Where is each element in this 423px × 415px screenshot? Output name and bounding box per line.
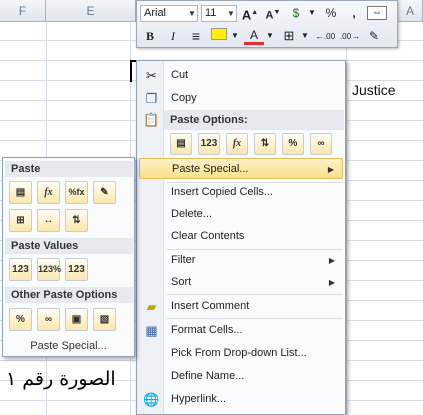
other-paste-options-header: Other Paste Options <box>5 287 133 303</box>
column-header-f[interactable]: F <box>0 0 46 22</box>
font-size-value: 11 <box>205 6 217 19</box>
menu-item-copy[interactable]: ❐ Copy <box>139 88 343 109</box>
scissors-icon: ✂ <box>146 68 157 83</box>
chevron-right-icon: ▶ <box>327 165 334 174</box>
chevron-right-icon: ▶ <box>328 278 335 287</box>
mini-toolbar: Arial ▼ 11 ▼ A▲ A▼ $ ▼ % , ⇔ B I ≡ ▼ A ▼… <box>136 0 398 48</box>
chevron-down-icon[interactable]: ▼ <box>229 27 241 45</box>
paste-icon: ▤ <box>176 138 186 149</box>
paste-all-button[interactable]: ▤ <box>9 181 32 204</box>
font-name-combo[interactable]: Arial ▼ <box>140 4 198 22</box>
values-button[interactable]: 123 <box>9 258 32 281</box>
chevron-down-icon[interactable]: ▼ <box>264 27 276 45</box>
menu-item-define-name[interactable]: Define Name... <box>139 366 343 387</box>
paste-special-link[interactable]: Paste Special... <box>3 338 134 354</box>
linked-picture-button[interactable]: ▧ <box>93 308 116 331</box>
menu-item-insert-comment[interactable]: ▰ Insert Comment <box>139 296 343 317</box>
shrink-font-button[interactable]: A▼ <box>263 4 283 22</box>
comment-icon: ▰ <box>146 299 157 314</box>
values-source-formatting-button[interactable]: 123 <box>65 258 88 281</box>
paste-icon: ▤ <box>15 187 26 198</box>
font-name-value: Arial <box>144 6 167 19</box>
format-cells-icon: ▦ <box>145 323 158 338</box>
paste-link-button[interactable]: ∞ <box>37 308 60 331</box>
chevron-right-icon: ▶ <box>328 256 335 265</box>
formatting-button[interactable]: % <box>9 308 32 331</box>
keep-source-formatting-button[interactable]: ✎ <box>93 181 116 204</box>
grow-font-button[interactable]: A▲ <box>240 4 260 22</box>
paste-formulas-button[interactable]: fx <box>226 133 248 155</box>
chevron-down-icon: ▼ <box>227 8 235 18</box>
paste-options-header: Paste Options: <box>164 110 344 130</box>
paste-formatting-button[interactable]: % <box>282 133 304 155</box>
link-icon: ∞ <box>44 314 53 325</box>
menu-item-insert-copied-cells[interactable]: Insert Copied Cells... <box>139 182 343 203</box>
column-header-a[interactable]: A <box>398 0 423 22</box>
paste-icon: 📋 <box>143 112 160 127</box>
bold-button[interactable]: B <box>140 27 160 45</box>
no-borders-button[interactable]: ⊞ <box>9 209 32 232</box>
chevron-down-icon: ▼ <box>188 8 196 18</box>
decrease-decimal-button[interactable]: .00→ <box>339 27 361 45</box>
percent-button[interactable]: % <box>321 4 341 22</box>
column-widths-icon: ↔ <box>43 215 54 226</box>
transpose-icon: ⇅ <box>260 138 270 149</box>
increase-decimal-button[interactable]: ←.00 <box>314 27 336 45</box>
transpose-button[interactable]: ⇅ <box>65 209 88 232</box>
chevron-down-icon[interactable]: ▼ <box>299 27 311 45</box>
context-menu: ✂ Cut ❐ Copy Paste Options: 📋 ▤ 123 fx ⇅… <box>136 60 346 415</box>
menu-item-delete[interactable]: Delete... <box>139 204 343 225</box>
transpose-icon: ⇅ <box>72 215 81 226</box>
paste-button[interactable]: ▤ <box>170 133 192 155</box>
copy-icon: ❐ <box>145 91 158 106</box>
menu-item-paste-special[interactable]: Paste Special... ▶ <box>139 158 343 179</box>
values-number-format-button[interactable]: 123% <box>37 258 61 281</box>
paste-link-button[interactable]: ∞ <box>310 133 332 155</box>
menu-item-pick-from-list[interactable]: Pick From Drop-down List... <box>139 343 343 364</box>
fill-color-button[interactable] <box>209 27 229 45</box>
align-center-icon[interactable]: ≡ <box>186 27 206 45</box>
menu-item-filter[interactable]: Filter ▶ <box>139 250 343 271</box>
paste-transpose-button[interactable]: ⇅ <box>254 133 276 155</box>
paste-values-button[interactable]: 123 <box>198 133 220 155</box>
comma-button[interactable]: , <box>344 4 364 22</box>
menu-item-cut[interactable]: ✂ Cut <box>139 65 343 86</box>
link-icon: ∞ <box>317 138 325 149</box>
cell-value[interactable]: Justice <box>352 82 396 98</box>
format-painter-icon[interactable]: ✎ <box>364 27 384 45</box>
paste-section-header: Paste <box>5 161 133 177</box>
paste-formulas-button[interactable]: fx <box>37 181 60 204</box>
paste-special-submenu: Paste ▤ fx %fx ✎ ⊞ ↔ ⇅ Paste Values 123 … <box>2 157 135 357</box>
hyperlink-icon: 🌐 <box>143 392 160 407</box>
menu-item-format-cells[interactable]: ▦ Format Cells... <box>139 320 343 341</box>
picture-button[interactable]: ▣ <box>65 308 88 331</box>
no-borders-icon: ⊞ <box>16 215 25 226</box>
paste-formulas-number-format-button[interactable]: %fx <box>65 181 88 204</box>
currency-button[interactable]: $ <box>286 4 306 22</box>
italic-button[interactable]: I <box>163 27 183 45</box>
picture-icon: ▣ <box>71 314 82 325</box>
merge-center-icon[interactable]: ⇔ <box>367 6 387 20</box>
formatting-icon: ✎ <box>100 187 109 198</box>
borders-icon[interactable]: ⊞ <box>279 27 299 45</box>
menu-item-clear-contents[interactable]: Clear Contents <box>139 226 343 247</box>
column-header-e[interactable]: E <box>46 0 136 22</box>
linked-picture-icon: ▧ <box>99 314 110 325</box>
chevron-down-icon[interactable]: ▼ <box>306 4 318 22</box>
image-caption: الصورة رقم ١ <box>6 368 116 390</box>
menu-item-sort[interactable]: Sort ▶ <box>139 272 343 293</box>
font-size-combo[interactable]: 11 ▼ <box>201 4 237 22</box>
paste-values-header: Paste Values <box>5 238 133 254</box>
keep-column-widths-button[interactable]: ↔ <box>37 209 60 232</box>
menu-item-hyperlink[interactable]: 🌐 Hyperlink... <box>139 389 343 410</box>
font-color-button[interactable]: A <box>244 28 264 45</box>
